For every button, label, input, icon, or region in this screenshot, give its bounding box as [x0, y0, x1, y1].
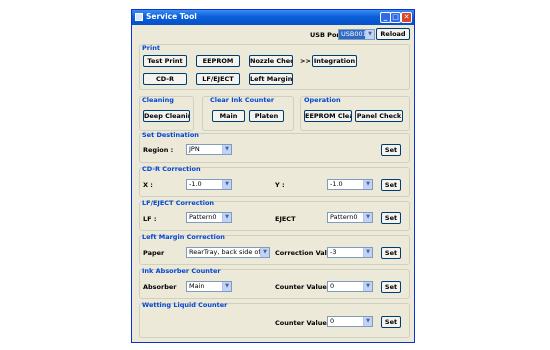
reload-button[interactable]: Reload [376, 28, 410, 40]
correction-value: -3 [330, 248, 337, 256]
region-select[interactable]: JPN ▼ [186, 144, 232, 155]
eject-select[interactable]: Pattern0 ▼ [327, 212, 373, 223]
x-value: -1.0 [189, 180, 202, 188]
set-left-margin-button[interactable]: Set [381, 247, 401, 259]
set-lf-eject-button[interactable]: Set [381, 212, 401, 224]
set-destination-label: Set Destination [142, 131, 199, 139]
nozzle-check-button[interactable]: Nozzle Check [249, 55, 293, 67]
ink-absorber-label: Ink Absorber Counter [142, 267, 221, 275]
absorber-counter-select[interactable]: 0 ▼ [327, 281, 373, 292]
deep-cleaning-button[interactable]: Deep Cleaning [143, 110, 190, 122]
chevron-down-icon: ▼ [222, 145, 231, 154]
window-title: Service Tool [146, 12, 197, 21]
x-select[interactable]: -1.0 ▼ [186, 179, 232, 190]
correction-value-select[interactable]: -3 ▼ [327, 247, 373, 258]
usb-port-select[interactable]: USB001 ▼ [338, 29, 375, 40]
wetting-counter-value: 0 [330, 317, 335, 325]
title-bar[interactable]: Service Tool _ □ ✕ [132, 10, 414, 25]
chevron-down-icon: ▼ [222, 180, 231, 189]
close-button[interactable]: ✕ [401, 12, 412, 23]
main-counter-button[interactable]: Main [212, 110, 245, 122]
set-cdr-button[interactable]: Set [381, 179, 401, 191]
left-margin-correction-label: Left Margin Correction [142, 233, 225, 241]
cdr-button[interactable]: CD-R [143, 73, 187, 85]
absorber-value: Main [189, 282, 205, 290]
maximize-button[interactable]: □ [390, 12, 401, 23]
lf-value: Pattern0 [189, 213, 217, 221]
absorber-select[interactable]: Main ▼ [186, 281, 232, 292]
chevron-down-icon: ▼ [363, 317, 372, 326]
y-select[interactable]: -1.0 ▼ [327, 179, 373, 190]
cdr-correction-label: CD-R Correction [142, 165, 201, 173]
set-wetting-button[interactable]: Set [381, 316, 401, 328]
eeprom-clear-button[interactable]: EEPROM Clear [304, 110, 352, 122]
lf-eject-button[interactable]: LF/EJECT [196, 73, 240, 85]
minimize-icon: _ [383, 13, 388, 21]
lf-eject-correction-label: LF/EJECT Correction [142, 199, 215, 207]
usb-port-value: USB001 [341, 30, 367, 38]
paper-label: Paper [143, 249, 165, 257]
chevron-down-icon: ▼ [363, 248, 372, 257]
chevron-down-icon: ▼ [363, 180, 372, 189]
arrow-label: >> [300, 57, 311, 65]
lf-label: LF : [143, 215, 157, 223]
close-icon: ✕ [403, 13, 410, 21]
chevron-down-icon: ▼ [363, 282, 372, 291]
paper-select[interactable]: RearTray, back side of p ▼ [186, 247, 270, 258]
integration-button[interactable]: Integration [312, 55, 357, 67]
y-value: -1.0 [330, 180, 343, 188]
chevron-down-icon: ▼ [260, 248, 269, 257]
wetting-liquid-label: Wetting Liquid Counter [142, 301, 228, 309]
eeprom-button[interactable]: EEPROM [196, 55, 240, 67]
x-label: X : [143, 181, 153, 189]
platen-counter-button[interactable]: Platen [249, 110, 284, 122]
y-label: Y : [275, 181, 285, 189]
cleaning-group-label: Cleaning [142, 96, 174, 104]
clear-ink-counter-label: Clear Ink Counter [210, 96, 275, 104]
service-tool-window: Service Tool _ □ ✕ USB Port USB001 ▼ Rel… [131, 9, 415, 343]
panel-check-button[interactable]: Panel Check [355, 110, 403, 122]
print-group-label: Print [142, 44, 160, 52]
absorber-label: Absorber [143, 283, 177, 291]
lf-select[interactable]: Pattern0 ▼ [186, 212, 232, 223]
wetting-counter-select[interactable]: 0 ▼ [327, 316, 373, 327]
eject-value: Pattern0 [330, 213, 358, 221]
paper-value: RearTray, back side of p [189, 248, 267, 256]
chevron-down-icon: ▼ [363, 213, 372, 222]
eject-label: EJECT [275, 215, 296, 223]
chevron-down-icon: ▼ [222, 213, 231, 222]
region-value: JPN [189, 145, 200, 153]
chevron-down-icon: ▼ [365, 30, 374, 39]
region-label: Region : [143, 146, 174, 154]
set-destination-button[interactable]: Set [381, 144, 401, 156]
maximize-icon: □ [392, 13, 399, 21]
app-icon [135, 13, 143, 21]
absorber-counter-value: 0 [330, 282, 335, 290]
chevron-down-icon: ▼ [222, 282, 231, 291]
left-margin-button[interactable]: Left Margin [249, 73, 293, 85]
set-ink-absorber-button[interactable]: Set [381, 281, 401, 293]
operation-group-label: Operation [304, 96, 341, 104]
test-print-button[interactable]: Test Print [143, 55, 187, 67]
